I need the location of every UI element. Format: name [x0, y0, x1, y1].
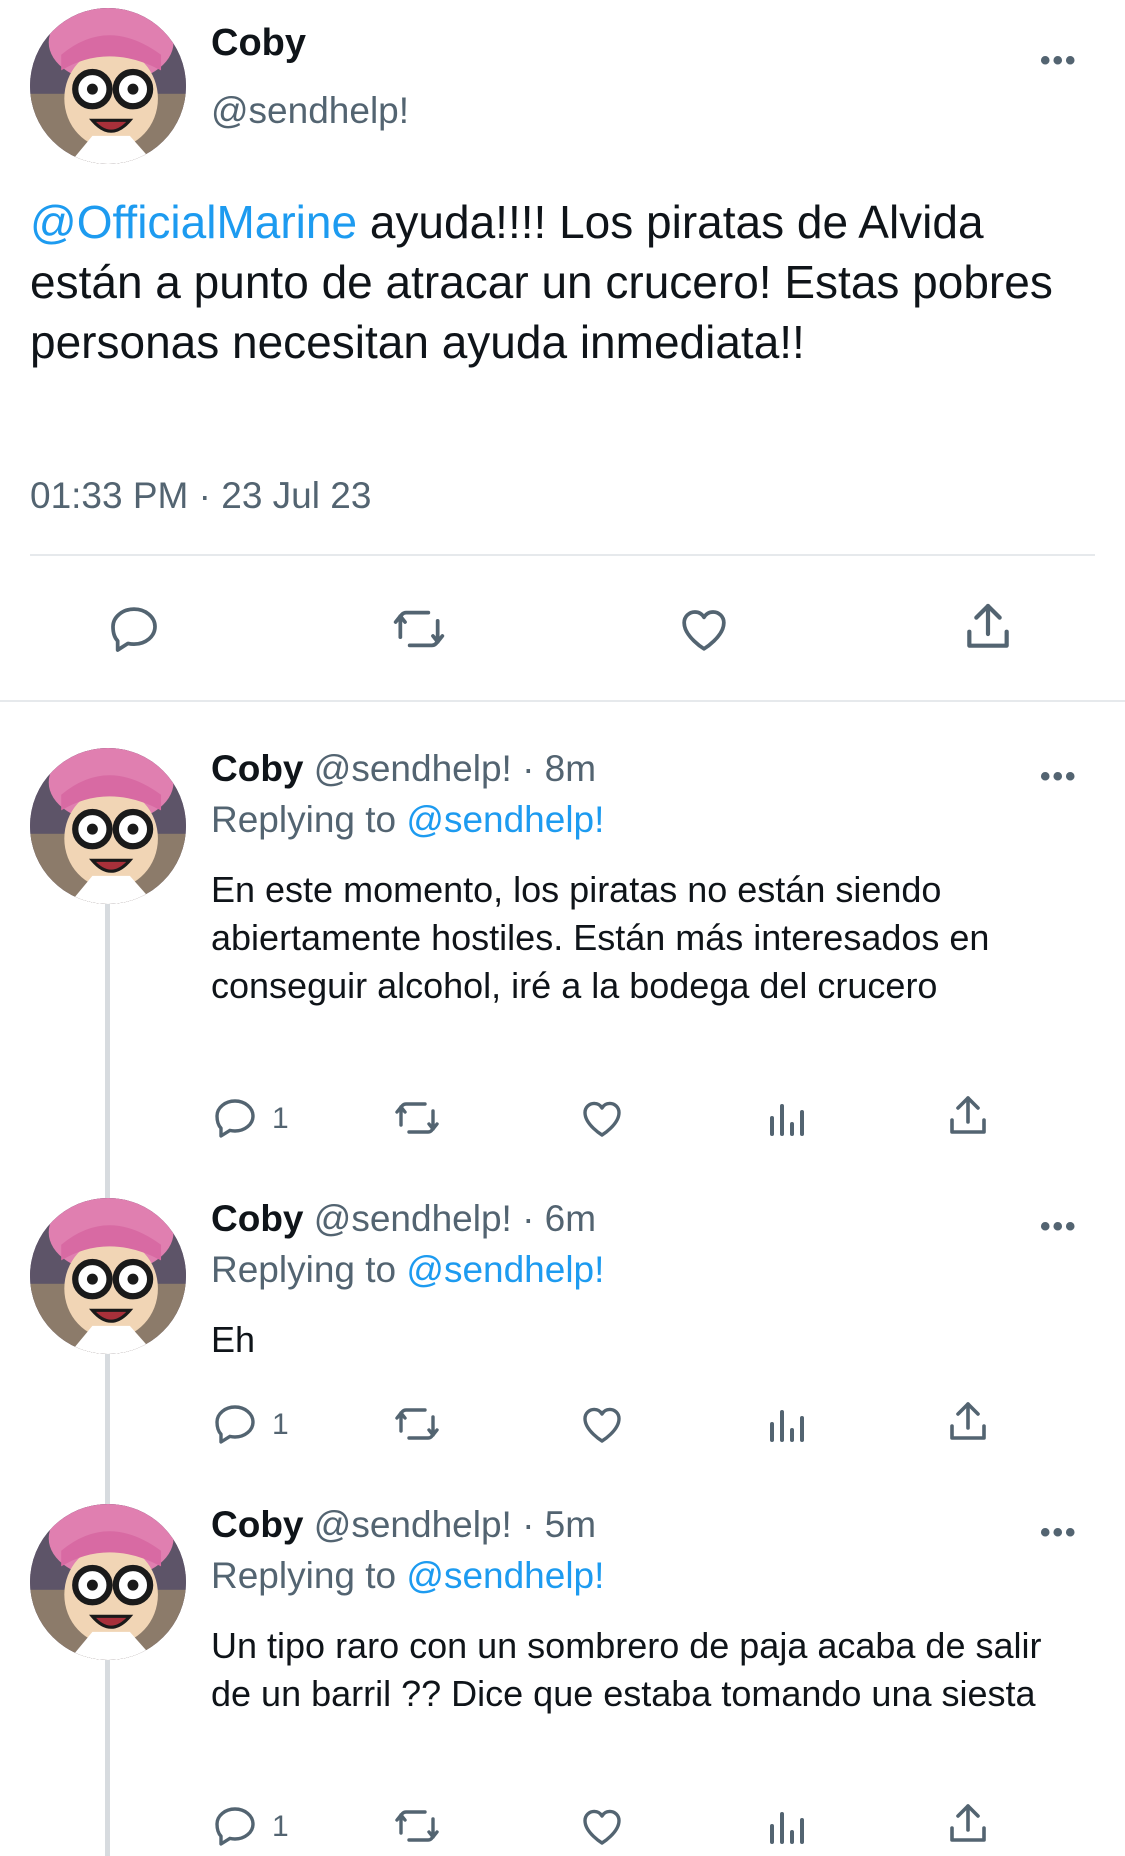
replying-to-label: Replying to — [211, 799, 407, 840]
author-name[interactable]: Coby — [211, 748, 304, 789]
avatar[interactable] — [30, 1504, 186, 1660]
avatar[interactable] — [30, 748, 186, 904]
reply-icon[interactable] — [211, 1094, 259, 1142]
more-options-icon[interactable]: ••• — [1040, 762, 1078, 792]
reply-text: En este momento, los piratas no están si… — [211, 869, 990, 1006]
replying-to-handle[interactable]: @sendhelp! — [406, 1555, 604, 1596]
replying-to-label: Replying to — [211, 1249, 407, 1290]
reply-tweet[interactable]: Coby @sendhelp! · 6m ••• Replying to @se… — [0, 1198, 1125, 1458]
share-icon[interactable] — [944, 1398, 992, 1446]
replying-to: Replying to @sendhelp! — [211, 1249, 604, 1291]
handle-and-time[interactable]: @sendhelp! · 8m — [304, 748, 596, 789]
replying-to: Replying to @sendhelp! — [211, 1555, 604, 1597]
share-icon[interactable] — [944, 1092, 992, 1140]
analytics-icon[interactable] — [762, 1094, 810, 1142]
reply-count: 1 — [272, 1102, 289, 1135]
share-icon[interactable] — [944, 1800, 992, 1848]
analytics-icon[interactable] — [762, 1802, 810, 1850]
like-icon[interactable] — [674, 601, 734, 657]
tweet-timestamp[interactable]: 01:33 PM · 23 Jul 23 — [30, 475, 371, 517]
reply-count: 1 — [272, 1810, 289, 1843]
reply-header: Coby @sendhelp! · 5m — [211, 1504, 596, 1546]
replying-to-handle[interactable]: @sendhelp! — [406, 799, 604, 840]
author-handle[interactable]: @sendhelp! — [211, 90, 409, 132]
like-icon[interactable] — [576, 1094, 628, 1142]
more-options-icon[interactable]: ••• — [1040, 46, 1078, 76]
reply-tweet[interactable]: Coby @sendhelp! · 8m ••• Replying to @se… — [0, 748, 1125, 1148]
avatar[interactable] — [30, 8, 186, 164]
retweet-icon[interactable] — [388, 601, 450, 657]
reply-icon[interactable] — [211, 1802, 259, 1850]
author-name[interactable]: Coby — [211, 1504, 304, 1545]
retweet-icon[interactable] — [390, 1802, 444, 1850]
reply-header: Coby @sendhelp! · 6m — [211, 1198, 596, 1240]
reply-tweet[interactable]: Coby @sendhelp! · 5m ••• Replying to @se… — [0, 1504, 1125, 1856]
more-options-icon[interactable]: ••• — [1040, 1212, 1078, 1242]
like-icon[interactable] — [576, 1400, 628, 1448]
replying-to: Replying to @sendhelp! — [211, 799, 604, 841]
share-icon[interactable] — [960, 599, 1016, 655]
tweet-thread-page: Coby @sendhelp! ••• @OfficialMarine ayud… — [0, 0, 1125, 1856]
replying-to-label: Replying to — [211, 1555, 407, 1596]
author-name[interactable]: Coby — [211, 1198, 304, 1239]
author-name[interactable]: Coby — [211, 22, 306, 65]
reply-icon[interactable] — [211, 1400, 259, 1448]
reply-count: 1 — [272, 1408, 289, 1441]
avatar[interactable] — [30, 1198, 186, 1354]
handle-and-time[interactable]: @sendhelp! · 5m — [304, 1504, 596, 1545]
more-options-icon[interactable]: ••• — [1040, 1518, 1078, 1548]
tweet-text: @OfficialMarine ayuda!!!! Los piratas de… — [30, 192, 1100, 372]
handle-and-time[interactable]: @sendhelp! · 6m — [304, 1198, 596, 1239]
reply-header: Coby @sendhelp! · 8m — [211, 748, 596, 790]
reply-text: Un tipo raro con un sombrero de paja aca… — [211, 1625, 1042, 1714]
divider — [0, 700, 1125, 702]
divider — [30, 554, 1095, 556]
retweet-icon[interactable] — [390, 1400, 444, 1448]
reply-icon[interactable] — [106, 601, 162, 657]
reply-text: Eh — [211, 1319, 256, 1360]
analytics-icon[interactable] — [762, 1400, 810, 1448]
retweet-icon[interactable] — [390, 1094, 444, 1142]
like-icon[interactable] — [576, 1802, 628, 1850]
replying-to-handle[interactable]: @sendhelp! — [406, 1249, 604, 1290]
mention-link[interactable]: @OfficialMarine — [30, 196, 357, 248]
